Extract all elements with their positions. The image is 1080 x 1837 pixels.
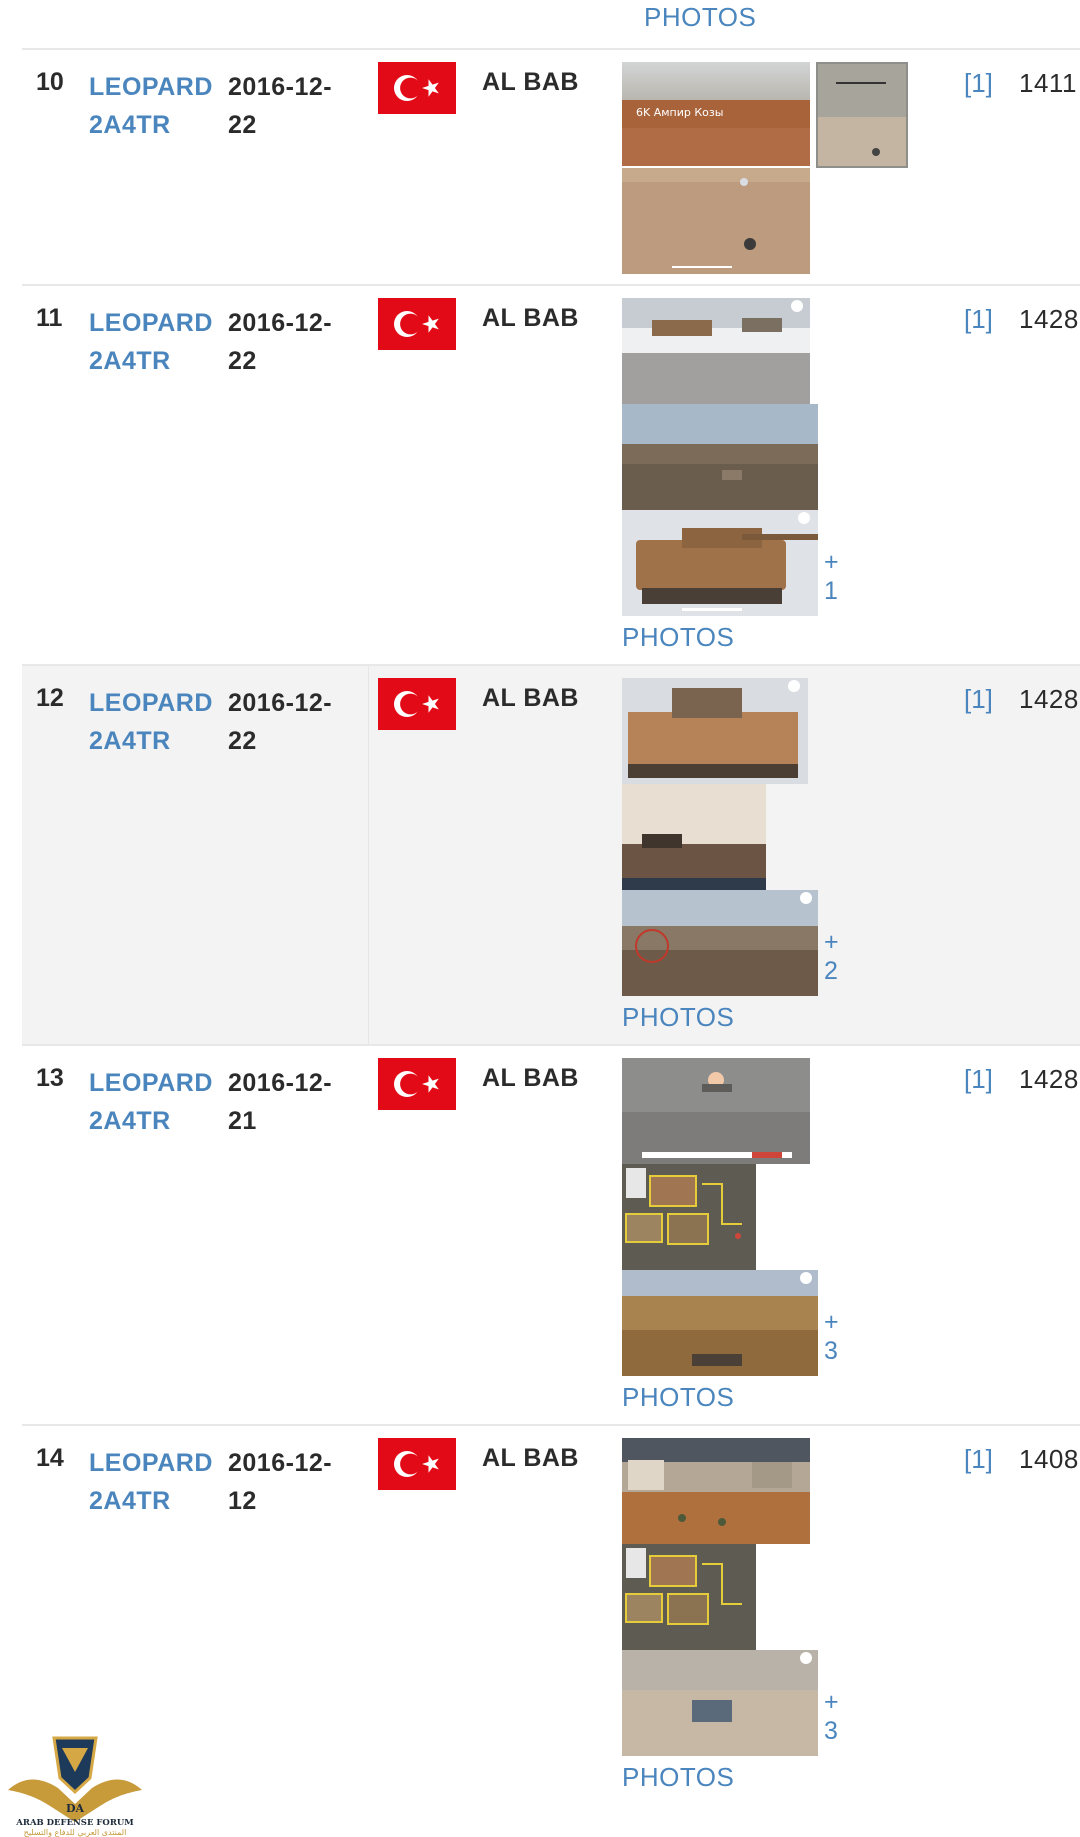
photo-thumbnail[interactable] <box>622 1650 818 1756</box>
table-row: 13 LEOPARD 2A4TR 2016-12-21 AL BAB + 3 P… <box>22 1044 1080 1426</box>
model-link[interactable]: LEOPARD 2A4TR <box>89 684 219 760</box>
model-link[interactable]: LEOPARD 2A4TR <box>89 304 219 380</box>
record-id: 1428 <box>1019 684 1079 714</box>
date-cell: 2016-12-22 <box>228 309 333 375</box>
photos-link[interactable]: PHOTOS <box>622 1762 818 1793</box>
location-cell: AL BAB <box>482 684 579 712</box>
record-id: 1428 <box>1019 1064 1079 1094</box>
photo-thumbnail[interactable] <box>622 1058 810 1164</box>
reference-link[interactable]: [1] <box>964 304 993 335</box>
logo-name-ar: المنتدى العربي للدفاع والتسليح <box>24 1828 127 1837</box>
location-cell: AL BAB <box>482 1444 579 1472</box>
table-row: 11 LEOPARD 2A4TR 2016-12-22 AL BAB + 1 P… <box>22 284 1080 666</box>
photo-thumbnail[interactable] <box>622 404 818 510</box>
photo-thumbnail[interactable] <box>622 1270 818 1376</box>
photo-thumbnail[interactable] <box>622 298 810 404</box>
more-photos-count[interactable]: + 3 <box>824 1688 840 1746</box>
row-number: 10 <box>36 68 64 96</box>
row-number: 13 <box>36 1064 64 1092</box>
model-link[interactable]: LEOPARD 2A4TR <box>89 68 219 144</box>
photo-gallery: + 3 PHOTOS <box>622 1058 839 1413</box>
date-cell: 2016-12-12 <box>228 1449 333 1515</box>
photo-gallery: + 2 PHOTOS <box>622 678 839 1033</box>
photo-thumbnail[interactable] <box>816 62 908 168</box>
turkey-flag-icon <box>378 62 456 114</box>
forum-logo-watermark: DA ARAB DEFENSE FORUM المنتدى العربي للد… <box>8 1736 142 1837</box>
reference-link[interactable]: [1] <box>964 1444 993 1475</box>
location-cell: AL BAB <box>482 68 579 96</box>
location-cell: AL BAB <box>482 1064 579 1092</box>
record-id: 1408 <box>1019 1444 1079 1474</box>
photo-thumbnail[interactable]: 6K Ампир Козы <box>622 62 810 274</box>
photos-link[interactable]: PHOTOS <box>644 2 756 33</box>
model-link[interactable]: LEOPARD 2A4TR <box>89 1444 219 1520</box>
turkey-flag-icon <box>378 1438 456 1490</box>
row-number: 14 <box>36 1444 64 1472</box>
table-row: 10 LEOPARD 2A4TR 2016-12-22 AL BAB 6K Ам… <box>22 48 1080 286</box>
date-cell: 2016-12-22 <box>228 73 333 139</box>
photo-thumbnail[interactable] <box>622 1544 756 1650</box>
reference-link[interactable]: [1] <box>964 1064 993 1095</box>
photos-link[interactable]: PHOTOS <box>622 622 818 653</box>
photo-thumbnail[interactable] <box>622 784 766 890</box>
row-number: 12 <box>36 684 64 712</box>
photo-thumbnail[interactable] <box>622 678 808 784</box>
photo-thumbnail[interactable] <box>622 510 818 616</box>
logo-monogram: DA <box>66 1802 85 1815</box>
photo-gallery: + 1 PHOTOS <box>622 298 839 653</box>
row-number: 11 <box>36 304 63 332</box>
record-id: 1411 <box>1019 68 1077 98</box>
more-photos-count[interactable]: + 1 <box>824 548 840 606</box>
record-id: 1428 <box>1019 304 1079 334</box>
photo-thumbnail[interactable] <box>622 1164 756 1270</box>
date-cell: 2016-12-21 <box>228 1069 333 1135</box>
date-cell: 2016-12-22 <box>228 689 333 755</box>
turkey-flag-icon <box>378 678 456 730</box>
table-row: 14 LEOPARD 2A4TR 2016-12-12 AL BAB + 3 P… <box>22 1424 1080 1826</box>
photos-link[interactable]: PHOTOS <box>622 1382 818 1413</box>
more-photos-count[interactable]: + 3 <box>824 1308 840 1366</box>
turkey-flag-icon <box>378 298 456 350</box>
photo-thumbnail[interactable] <box>622 1438 810 1544</box>
reference-link[interactable]: [1] <box>964 68 993 99</box>
table-row: 12 LEOPARD 2A4TR 2016-12-22 AL BAB + 2 P… <box>22 664 1080 1046</box>
photos-link[interactable]: PHOTOS <box>622 1002 818 1033</box>
photo-gallery: + 3 PHOTOS <box>622 1438 839 1793</box>
location-cell: AL BAB <box>482 304 579 332</box>
turkey-flag-icon <box>378 1058 456 1110</box>
logo-name-en: ARAB DEFENSE FORUM <box>15 1818 134 1828</box>
photo-caption: 6K Ампир Козы <box>636 106 723 119</box>
more-photos-count[interactable]: + 2 <box>824 928 840 986</box>
photo-thumbnail[interactable] <box>622 890 818 996</box>
model-link[interactable]: LEOPARD 2A4TR <box>89 1064 219 1140</box>
reference-link[interactable]: [1] <box>964 684 993 715</box>
